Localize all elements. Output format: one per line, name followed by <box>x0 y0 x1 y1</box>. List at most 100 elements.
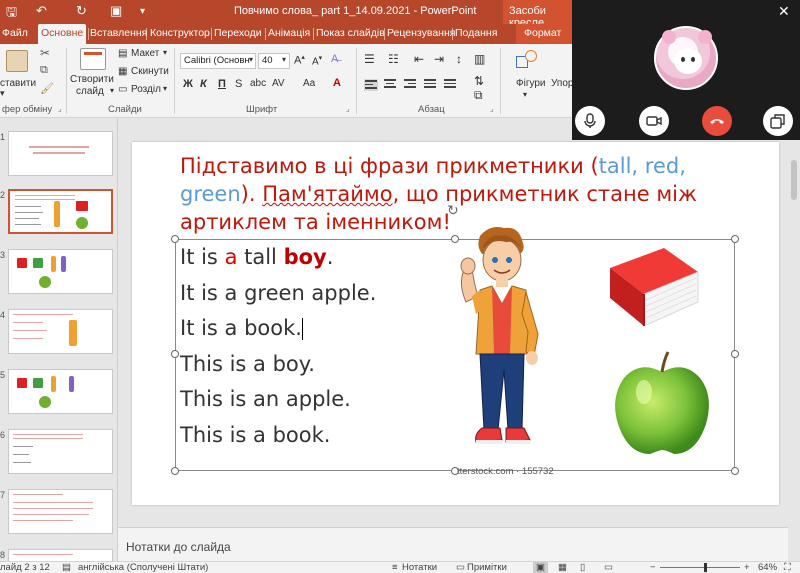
sentence-4: This is a boy. <box>180 351 315 376</box>
undo-icon[interactable]: ↶ <box>36 3 47 19</box>
slide-thumbnail[interactable] <box>8 131 113 176</box>
zoom-slider-handle[interactable] <box>704 563 707 572</box>
camera-button[interactable] <box>639 106 669 136</box>
tab-design[interactable]: Конструктор <box>150 24 210 44</box>
paste-button[interactable]: ставити <box>0 78 36 89</box>
switch-view-button[interactable] <box>763 106 793 136</box>
shapes-icon[interactable] <box>516 50 538 70</box>
redo-icon[interactable]: ↻ <box>76 3 87 19</box>
language-indicator[interactable]: англійська (Сполучені Штати) <box>78 562 208 573</box>
save-icon[interactable]: 🖫 <box>6 3 17 25</box>
font-color-icon[interactable]: A <box>333 77 341 89</box>
shapes-button[interactable]: Фігури <box>516 78 546 89</box>
resize-handle[interactable] <box>171 235 179 243</box>
zoom-out-icon[interactable]: − <box>650 562 656 573</box>
zoom-slider[interactable] <box>660 567 740 568</box>
vertical-scrollbar[interactable] <box>788 140 800 560</box>
tab-transitions[interactable]: Переходи <box>214 24 262 44</box>
slide-thumbnail[interactable] <box>8 429 113 474</box>
arrange-button[interactable]: Упор <box>551 78 573 89</box>
notes-icon[interactable]: ≡ <box>392 562 398 573</box>
resize-handle[interactable] <box>731 467 739 475</box>
section-button[interactable]: Розділ <box>131 84 161 95</box>
comments-toggle[interactable]: Примітки <box>467 562 507 573</box>
slide-canvas[interactable]: Підставимо в ці фрази прикметники (tall,… <box>132 142 779 505</box>
green-apple-image[interactable] <box>610 350 714 460</box>
tab-format[interactable]: Формат <box>516 24 572 44</box>
strikethrough-icon[interactable]: abc <box>250 78 266 89</box>
tab-insert[interactable]: Вставлення <box>90 24 147 44</box>
paragraph-dialog-launcher[interactable]: ⌟ <box>490 104 494 113</box>
format-painter-icon[interactable]: 🖌 <box>40 82 54 95</box>
increase-font-icon[interactable]: A▴ <box>294 53 305 67</box>
tab-review[interactable]: Рецензування <box>387 24 455 44</box>
underline-icon[interactable]: П <box>218 78 226 90</box>
smartart-icon[interactable]: ⧉ <box>474 88 483 103</box>
slide-thumbnail[interactable] <box>8 489 113 534</box>
clear-formatting-icon[interactable]: A̶ <box>331 53 338 65</box>
bullets-icon[interactable]: ☰ <box>364 52 375 66</box>
slideshow-icon[interactable]: ▭ <box>604 562 613 573</box>
new-slide-button[interactable]: Створити <box>70 74 114 85</box>
clipboard-dialog-launcher[interactable]: ⌟ <box>58 104 62 113</box>
red-book-image[interactable] <box>602 238 700 336</box>
cut-icon[interactable]: ✂ <box>40 46 50 60</box>
decrease-indent-icon[interactable]: ⇤ <box>414 52 424 66</box>
zoom-level[interactable]: 64% <box>758 562 777 573</box>
notes-pane[interactable]: Нотатки до слайда <box>118 527 788 561</box>
reset-button[interactable]: Скинути <box>131 66 169 77</box>
end-call-button[interactable] <box>702 106 732 136</box>
microphone-button[interactable] <box>575 106 605 136</box>
tab-animations[interactable]: Анімація <box>268 24 310 44</box>
slide-thumbnail-selected[interactable] <box>8 189 113 234</box>
tab-file[interactable]: Файл <box>2 24 28 44</box>
customize-qat-icon[interactable]: ▾ <box>140 6 145 17</box>
slide-thumbnail[interactable] <box>8 309 113 354</box>
normal-view-icon[interactable]: ▣ <box>533 562 548 573</box>
tab-slideshow[interactable]: Показ слайдів <box>316 24 385 44</box>
resize-handle[interactable] <box>171 467 179 475</box>
justify-icon[interactable] <box>424 79 438 91</box>
video-close-icon[interactable]: ✕ <box>778 3 790 20</box>
font-dialog-launcher[interactable]: ⌟ <box>346 104 350 113</box>
text-direction-icon[interactable]: ⇅ <box>474 74 484 88</box>
columns-icon[interactable]: ▥ <box>474 52 485 66</box>
tab-home[interactable]: Основне <box>38 24 86 44</box>
boy-image[interactable] <box>446 224 556 460</box>
decrease-font-icon[interactable]: A▾ <box>312 54 322 67</box>
slide-thumbnail[interactable] <box>8 369 113 414</box>
numbering-icon[interactable]: ☷ <box>388 52 399 66</box>
slide-thumbnail[interactable] <box>8 549 113 561</box>
character-spacing-icon[interactable]: AV <box>272 78 285 89</box>
reading-view-icon[interactable]: ▯ <box>580 562 585 573</box>
tab-view[interactable]: Подання <box>455 24 497 44</box>
layout-button[interactable]: Макет <box>131 48 159 59</box>
copy-icon[interactable]: ⧉ <box>40 64 48 77</box>
change-case-icon[interactable]: Aa <box>303 78 315 89</box>
distributed-icon[interactable] <box>444 79 458 91</box>
notes-placeholder[interactable]: Нотатки до слайда <box>126 540 231 554</box>
shadow-icon[interactable]: S <box>235 78 242 90</box>
italic-icon[interactable]: К <box>200 78 207 90</box>
bold-icon[interactable]: Ж <box>183 78 193 90</box>
fit-to-window-icon[interactable]: ⛶ <box>784 562 791 573</box>
align-left-icon[interactable] <box>364 79 378 91</box>
rotate-handle-icon[interactable]: ↻ <box>447 202 459 219</box>
paste-icon[interactable] <box>6 50 28 72</box>
resize-handle[interactable] <box>731 235 739 243</box>
align-center-icon[interactable] <box>384 79 398 91</box>
notes-toggle[interactable]: Нотатки <box>402 562 437 573</box>
resize-handle[interactable] <box>731 350 739 358</box>
presentation-icon[interactable]: ▣ <box>110 3 122 19</box>
zoom-in-icon[interactable]: + <box>744 562 750 573</box>
font-name-select[interactable]: Calibri (Основн <box>180 53 256 69</box>
comments-icon[interactable]: ▭ <box>456 562 465 573</box>
new-slide-icon[interactable] <box>80 48 106 70</box>
increase-indent-icon[interactable]: ⇥ <box>434 52 444 66</box>
spellcheck-icon[interactable]: ▤ <box>62 562 71 573</box>
slide-sorter-icon[interactable]: ▦ <box>558 562 567 573</box>
slide-thumbnail[interactable] <box>8 249 113 294</box>
line-spacing-icon[interactable]: ↕ <box>456 52 462 66</box>
align-right-icon[interactable] <box>404 79 418 91</box>
resize-handle[interactable] <box>171 350 179 358</box>
